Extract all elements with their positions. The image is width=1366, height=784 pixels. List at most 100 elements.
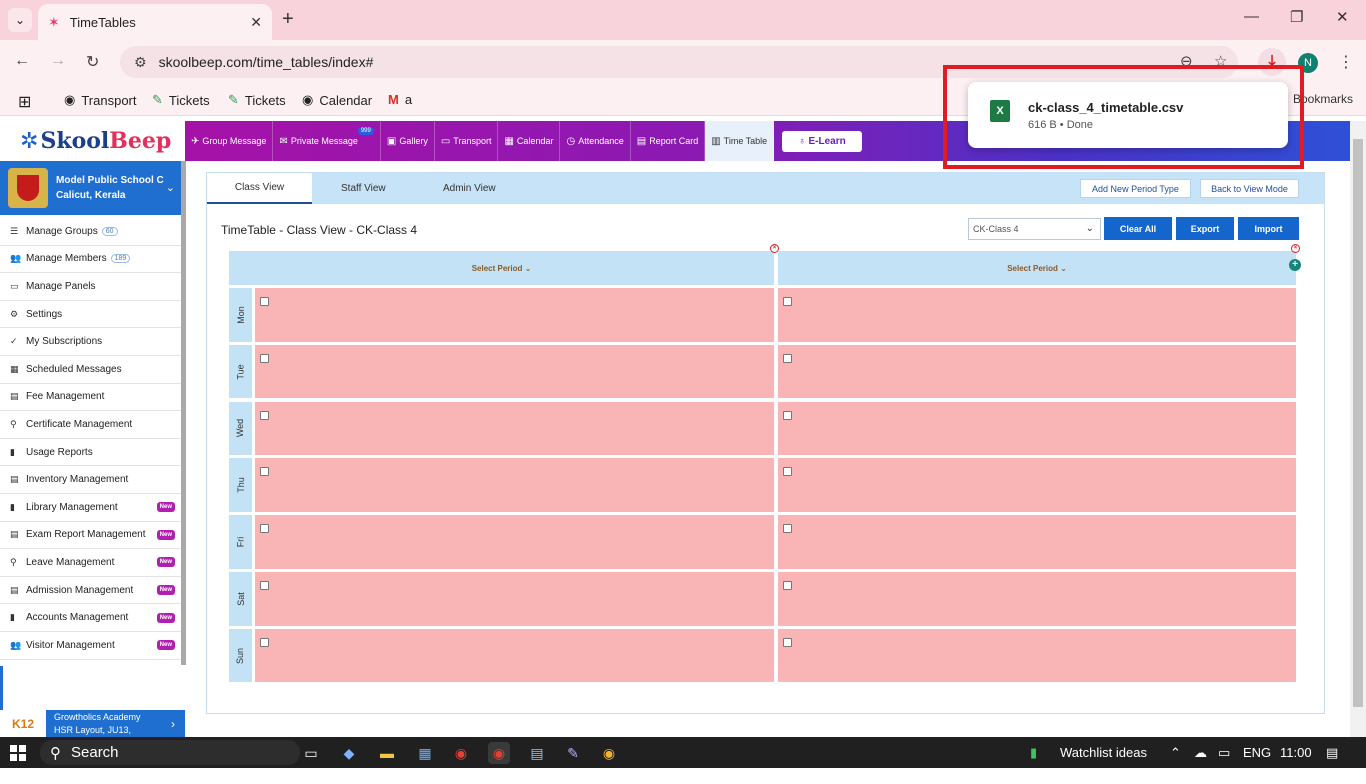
nav-calendar[interactable]: ▦ Calendar — [498, 121, 561, 161]
sidebar-item[interactable]: 👥 Manage Members 189 — [0, 246, 181, 274]
cell-checkbox[interactable] — [783, 410, 792, 420]
restore-icon[interactable]: ❐ — [1290, 8, 1303, 26]
bookmark-tickets-1[interactable]: ✎ Tickets — [152, 92, 210, 108]
timetable-cell[interactable] — [255, 572, 774, 626]
task-view-icon[interactable]: ▭ — [300, 742, 322, 764]
timetable-cell[interactable] — [778, 401, 1296, 456]
forward-icon[interactable]: → — [50, 52, 66, 70]
scrollbar-thumb[interactable] — [1353, 139, 1363, 707]
clock[interactable]: 11:00 — [1280, 745, 1312, 760]
import-button[interactable]: Import — [1238, 217, 1299, 240]
timetable-cell[interactable] — [778, 458, 1296, 512]
sidebar-item[interactable]: ▤ Exam Report Management New — [0, 522, 181, 550]
cell-checkbox[interactable] — [783, 297, 792, 306]
notifications-icon[interactable]: ▤ — [1326, 745, 1338, 761]
timetable-cell[interactable] — [255, 401, 774, 456]
site-info-icon[interactable]: ⚙ — [134, 54, 147, 71]
sidebar-item[interactable]: ▮ Usage Reports — [0, 439, 181, 467]
back-to-view-mode-button[interactable]: Back to View Mode — [1200, 179, 1299, 198]
new-tab-icon[interactable]: + — [282, 8, 294, 31]
nav-gallery[interactable]: ▣ Gallery — [381, 121, 435, 161]
clear-all-button[interactable]: Clear All — [1104, 217, 1172, 240]
timetable-cell[interactable] — [255, 628, 774, 683]
apps-grid-icon[interactable]: ⊞ — [18, 92, 31, 112]
sidebar-item[interactable]: ▤ Inventory Management — [0, 466, 181, 494]
cell-checkbox[interactable] — [260, 637, 269, 647]
column-header[interactable]: Select Period ⌄ — [778, 251, 1296, 285]
windows-start-icon[interactable] — [10, 745, 26, 761]
remove-column-icon[interactable]: × — [1291, 244, 1300, 253]
school-selector[interactable]: Model Public School C Calicut, Kerala ⌄ — [0, 161, 183, 215]
taskbar-search[interactable]: ⚲ Search — [40, 740, 300, 765]
reload-icon[interactable]: ↻ — [86, 52, 99, 72]
timetable-cell[interactable] — [255, 458, 774, 512]
sidebar-item[interactable]: ▤ Fee Management — [0, 384, 181, 412]
cell-checkbox[interactable] — [783, 637, 792, 647]
timetable-cell[interactable] — [778, 288, 1296, 342]
back-icon[interactable]: ← — [14, 52, 30, 70]
timetable-cell[interactable] — [255, 344, 774, 399]
sidebar-item[interactable]: ⚲ Leave Management New — [0, 549, 181, 577]
nav-private-message[interactable]: ✉ Private Message 999 — [273, 121, 381, 161]
file-explorer-icon[interactable]: ▬ — [376, 742, 398, 764]
browser-menu-icon[interactable]: ⋮ — [1338, 52, 1354, 72]
cell-checkbox[interactable] — [260, 524, 269, 534]
cell-checkbox[interactable] — [260, 467, 269, 477]
nav-transport[interactable]: ▭ Transport — [435, 121, 499, 161]
sidebar-item[interactable]: ⚲ Certificate Management — [0, 411, 181, 439]
page-scrollbar[interactable] — [1350, 121, 1366, 737]
bookmark-gmail[interactable]: Ma — [388, 92, 412, 107]
nav-time-table[interactable]: ▥ Time Table — [705, 121, 775, 161]
language-indicator[interactable]: ENG — [1243, 745, 1271, 760]
paint-icon[interactable]: ✎ — [562, 742, 584, 764]
bookmark-calendar[interactable]: ◉ Calendar — [302, 92, 372, 108]
timetable-cell[interactable] — [778, 515, 1296, 569]
tray-chevron-icon[interactable]: ⌃ — [1170, 745, 1181, 761]
export-button[interactable]: Export — [1176, 217, 1234, 240]
tab-staff-view[interactable]: Staff View — [341, 173, 386, 204]
cell-checkbox[interactable] — [260, 297, 269, 306]
bookmark-tickets-2[interactable]: ✎ Tickets — [228, 92, 286, 108]
sidebar-item[interactable]: ⚙ Settings — [0, 301, 181, 329]
battery-icon[interactable]: ▭ — [1218, 745, 1230, 761]
add-period-type-button[interactable]: Add New Period Type — [1080, 179, 1191, 198]
elearn-button[interactable]: ♁ E-Learn — [782, 130, 862, 152]
cell-checkbox[interactable] — [783, 353, 792, 363]
timetable-cell[interactable] — [778, 572, 1296, 626]
sidebar-item[interactable]: ✓ My Subscriptions — [0, 328, 181, 356]
sidebar-item[interactable]: ▦ Scheduled Messages — [0, 356, 181, 384]
close-tab-icon[interactable]: ✕ — [250, 14, 262, 31]
sidebar-item[interactable]: ▭ Manage Panels — [0, 273, 181, 301]
store-icon[interactable]: ▦ — [414, 742, 436, 764]
cell-checkbox[interactable] — [783, 467, 792, 477]
browser-tab[interactable]: ✶ TimeTables ✕ — [38, 4, 272, 40]
copilot-icon[interactable]: ◆ — [338, 742, 360, 764]
timetable-cell[interactable] — [778, 628, 1296, 683]
timetable-cell[interactable] — [778, 344, 1296, 399]
timetable-cell[interactable] — [255, 288, 774, 342]
cell-checkbox[interactable] — [783, 581, 792, 590]
class-select[interactable]: CK-Class 4 ⌄ — [968, 218, 1101, 240]
sidebar-scrollbar[interactable] — [181, 161, 186, 665]
nav-report-card[interactable]: ▤ Report Card — [631, 121, 706, 161]
tab-admin-view[interactable]: Admin View — [443, 173, 496, 204]
sidebar-item[interactable]: 👥 Visitor Management New — [0, 632, 181, 660]
chrome-profile-icon[interactable]: ◉ — [598, 742, 620, 764]
nav-group-message[interactable]: ✈ Group Message — [185, 121, 274, 161]
cell-checkbox[interactable] — [783, 524, 792, 534]
add-column-icon[interactable]: + — [1289, 259, 1301, 271]
cell-checkbox[interactable] — [260, 410, 269, 420]
tab-search-icon[interactable]: ⌄ — [8, 8, 32, 32]
sidebar-item[interactable]: ▮ Library Management New — [0, 494, 181, 522]
sidebar-item[interactable]: ▤ Admission Management New — [0, 577, 181, 605]
chrome-icon[interactable]: ◉ — [450, 742, 472, 764]
remove-column-icon[interactable]: × — [770, 244, 779, 253]
column-header[interactable]: Select Period ⌄ — [229, 251, 774, 285]
watchlist-widget[interactable]: Watchlist ideas — [1060, 745, 1147, 760]
bookmark-transport[interactable]: ◉ Transport — [64, 92, 137, 108]
cell-checkbox[interactable] — [260, 353, 269, 363]
sidebar-item[interactable]: ▮ Accounts Management New — [0, 604, 181, 632]
minimize-icon[interactable]: — — [1244, 8, 1259, 25]
weather-icon[interactable]: ☁ — [1194, 745, 1207, 761]
nav-attendance[interactable]: ◷ Attendance — [560, 121, 631, 161]
